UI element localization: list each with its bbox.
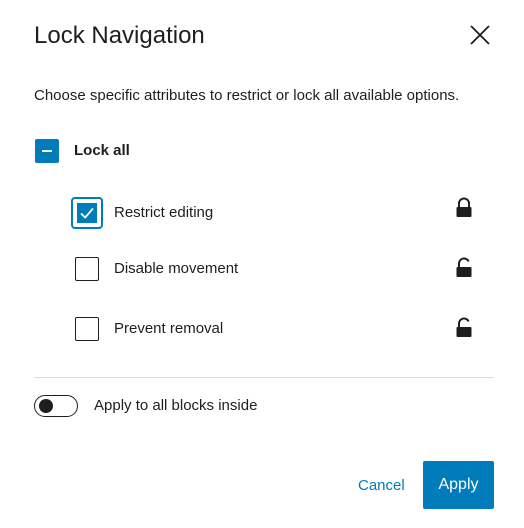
minus-icon: [40, 144, 54, 158]
dialog-title: Lock Navigation: [34, 22, 205, 49]
option-disable-movement-row: Disable movement: [75, 257, 238, 281]
apply-inside-toggle[interactable]: [34, 395, 78, 417]
prevent-removal-checkbox[interactable]: [75, 317, 99, 341]
lock-dialog: Lock Navigation Choose specific attribut…: [0, 0, 524, 528]
lock-closed-icon: [454, 196, 474, 220]
close-icon: [468, 23, 492, 47]
lock-all-label[interactable]: Lock all: [74, 141, 130, 161]
dialog-description: Choose specific attributes to restrict o…: [34, 87, 460, 104]
option-restrict-editing-row: Restrict editing: [71, 197, 213, 229]
disable-movement-label[interactable]: Disable movement: [114, 259, 238, 279]
restrict-editing-label[interactable]: Restrict editing: [114, 203, 213, 223]
apply-inside-row: Apply to all blocks inside: [34, 395, 257, 417]
prevent-removal-label[interactable]: Prevent removal: [114, 319, 223, 339]
apply-button[interactable]: Apply: [423, 461, 494, 509]
checkmark-icon: [78, 204, 96, 222]
close-button[interactable]: [462, 17, 498, 53]
lock-all-checkbox[interactable]: [35, 139, 59, 163]
toggle-thumb: [39, 399, 53, 413]
disable-movement-checkbox[interactable]: [75, 257, 99, 281]
divider: [34, 377, 494, 378]
apply-inside-label[interactable]: Apply to all blocks inside: [94, 396, 257, 416]
lock-open-icon: [454, 256, 474, 280]
lock-open-icon: [454, 316, 474, 340]
restrict-editing-checkbox[interactable]: [75, 201, 99, 225]
cancel-button[interactable]: Cancel: [350, 470, 413, 502]
lock-all-row: Lock all: [35, 139, 130, 163]
option-prevent-removal-row: Prevent removal: [75, 317, 223, 341]
focus-ring: [71, 197, 103, 229]
